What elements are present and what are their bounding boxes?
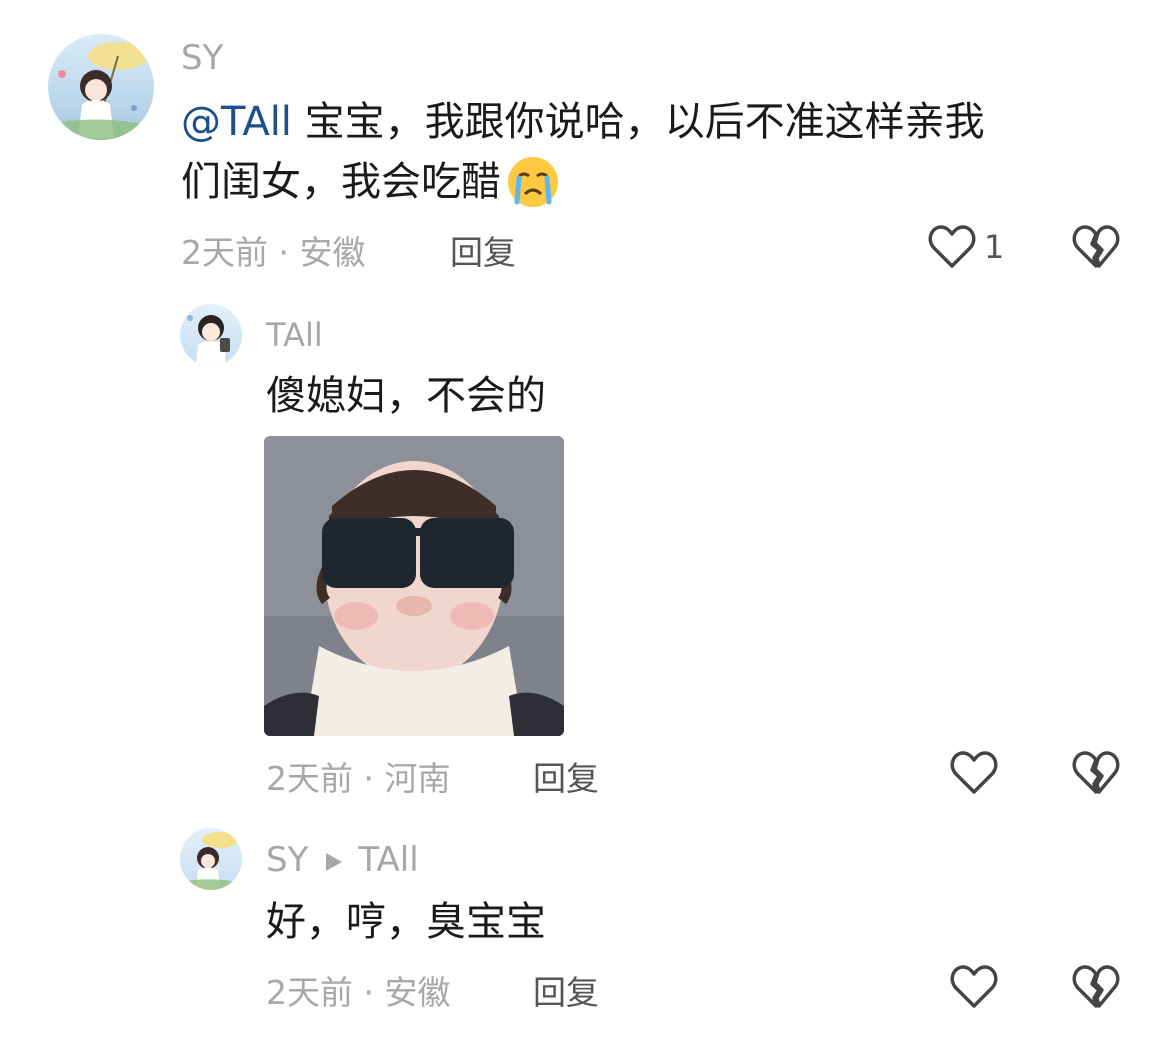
crying-face-icon (505, 154, 561, 210)
avatar[interactable] (180, 304, 242, 366)
heart-icon[interactable] (928, 224, 976, 270)
reply-meta: 2天前 · 河南 (266, 759, 451, 798)
play-arrow-icon (326, 840, 343, 880)
mention-link[interactable]: @TAll (181, 99, 292, 145)
broken-heart-icon[interactable] (1072, 750, 1120, 796)
reply-header: SY TAll (266, 840, 419, 880)
avatar[interactable] (48, 34, 154, 140)
reply-button[interactable]: 回复 (450, 226, 516, 274)
comment-meta: 2天前 · 安徽 (181, 233, 366, 272)
reply-text: 傻媳妇，不会的 (266, 373, 546, 419)
reply-text: 好，哼，臭宝宝 (266, 899, 546, 945)
like-count: 1 (984, 228, 1005, 266)
reply-button[interactable]: 回复 (533, 752, 599, 800)
reply-meta: 2天前 · 安徽 (266, 973, 451, 1012)
broken-heart-icon[interactable] (1072, 224, 1120, 270)
heart-icon[interactable] (950, 750, 998, 796)
comment-username[interactable]: SY (181, 38, 223, 78)
reply-to-username[interactable]: TAll (358, 840, 418, 880)
comment-text: @TAll 宝宝，我跟你说哈，以后不准这样亲我 们闺女，我会吃醋 (181, 92, 1141, 212)
photo-thumbnail[interactable] (264, 436, 564, 736)
reply-username[interactable]: TAll (266, 316, 323, 354)
broken-heart-icon[interactable] (1072, 964, 1120, 1010)
heart-icon[interactable] (950, 964, 998, 1010)
avatar[interactable] (180, 828, 242, 890)
reply-username[interactable]: SY (266, 840, 308, 880)
reply-button[interactable]: 回复 (533, 966, 599, 1014)
